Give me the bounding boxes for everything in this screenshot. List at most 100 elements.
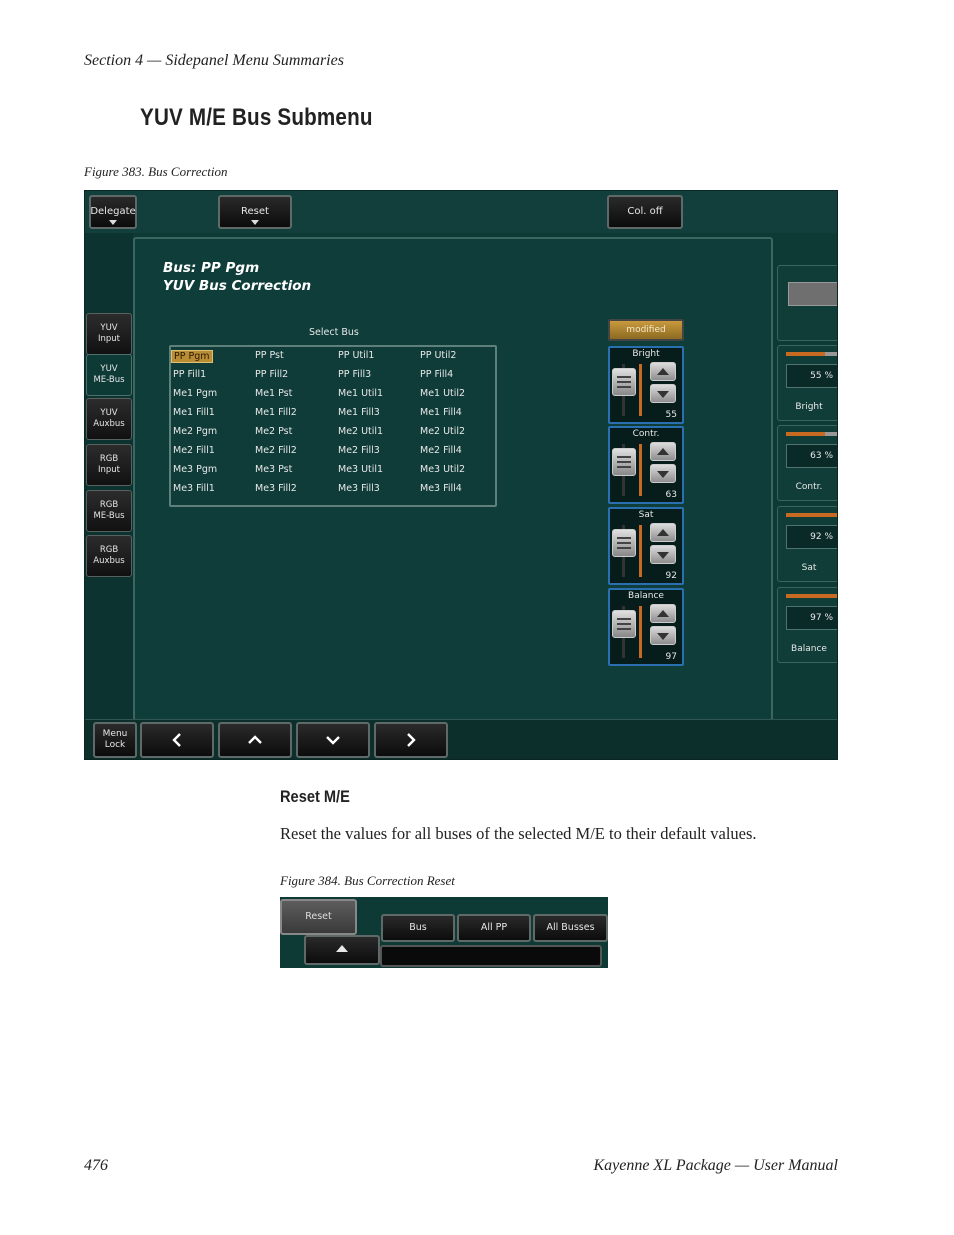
slider-handle[interactable]: [612, 448, 636, 476]
footer-title: Kayenne XL Package — User Manual: [593, 1157, 838, 1174]
balance-knob-box[interactable]: 97 % Balance: [777, 587, 837, 663]
sat-control: Sat 92: [608, 507, 684, 585]
bus-pp-fill4[interactable]: PP Fill4: [420, 369, 453, 380]
bus-me3-util2[interactable]: Me3 Util2: [420, 464, 465, 475]
dropdown-triangle-icon: [109, 220, 117, 225]
bus-me2-pgm[interactable]: Me2 Pgm: [173, 426, 217, 437]
delegate-button[interactable]: Delegate: [89, 195, 137, 229]
tab-yuv-auxbus[interactable]: YUV Auxbus: [86, 398, 132, 440]
bus-button[interactable]: Bus: [381, 914, 455, 942]
balance-down-arrow-icon[interactable]: [650, 626, 676, 645]
reset-me-description: Reset the values for all buses of the se…: [280, 824, 757, 843]
modified-indicator[interactable]: modified: [608, 319, 684, 341]
bus-me2-util1[interactable]: Me2 Util1: [338, 426, 383, 437]
tab-rgb-me-bus[interactable]: RGB ME-Bus: [86, 490, 132, 532]
dropdown-triangle-icon: [251, 220, 259, 225]
sat-level-bar: [786, 513, 837, 517]
contr-up-arrow-icon[interactable]: [650, 442, 676, 461]
bus-me2-fill3[interactable]: Me2 Fill3: [338, 445, 380, 456]
collapse-up-arrow-icon[interactable]: [304, 935, 380, 965]
slider-handle[interactable]: [612, 368, 636, 396]
sat-value: 92: [665, 571, 677, 581]
col-off-button[interactable]: Col. off: [607, 195, 683, 229]
bus-me3-fill4[interactable]: Me3 Fill4: [420, 483, 462, 494]
bright-control: Bright 55: [608, 346, 684, 424]
tab-rgb-auxbus[interactable]: RGB Auxbus: [86, 535, 132, 577]
level-track: [639, 525, 642, 577]
sat-knob-box[interactable]: 92 % Sat: [777, 506, 837, 582]
bus-me1-util1[interactable]: Me1 Util1: [338, 388, 383, 399]
tab-yuv-me-bus[interactable]: YUV ME-Bus: [86, 354, 132, 396]
bus-correction-reset-screenshot: Reset Bus All PP All Busses: [280, 897, 608, 968]
bus-title: Bus: PP Pgm YUV Bus Correction: [163, 259, 311, 295]
tab-label-line2: ME-Bus: [93, 375, 125, 385]
contr-level-bar: [786, 432, 837, 436]
all-busses-label: All Busses: [546, 922, 595, 933]
bus-pp-util1[interactable]: PP Util1: [338, 350, 374, 361]
figure-383-caption: Figure 383. Bus Correction: [84, 164, 228, 179]
sat-control-label: Sat: [638, 510, 654, 520]
nav-left-button[interactable]: [140, 722, 214, 758]
nav-up-button[interactable]: [218, 722, 292, 758]
contr-down-arrow-icon[interactable]: [650, 464, 676, 483]
balance-up-arrow-icon[interactable]: [650, 604, 676, 623]
tab-label-line1: RGB: [99, 500, 119, 510]
bus-me3-fill1[interactable]: Me3 Fill1: [173, 483, 215, 494]
bus-me2-fill4[interactable]: Me2 Fill4: [420, 445, 462, 456]
bus-me1-fill4[interactable]: Me1 Fill4: [420, 407, 462, 418]
all-pp-button[interactable]: All PP: [457, 914, 531, 942]
bus-me3-util1[interactable]: Me3 Util1: [338, 464, 383, 475]
balance-level-bar: [786, 594, 837, 598]
bus-pp-util2[interactable]: PP Util2: [420, 350, 456, 361]
bus-me2-util2[interactable]: Me2 Util2: [420, 426, 465, 437]
bus-pp-fill1[interactable]: PP Fill1: [173, 369, 206, 380]
tab-label-line1: RGB: [99, 545, 119, 555]
contr-percent: 63 %: [786, 444, 837, 468]
tab-rgb-input[interactable]: RGB Input: [86, 444, 132, 486]
bus-me2-pst[interactable]: Me2 Pst: [255, 426, 292, 437]
bus-pp-pgm[interactable]: PP Pgm: [171, 350, 213, 363]
bus-me1-util2[interactable]: Me1 Util2: [420, 388, 465, 399]
sat-down-arrow-icon[interactable]: [650, 545, 676, 564]
bus-me1-fill3[interactable]: Me1 Fill3: [338, 407, 380, 418]
bus-grid: PP Pgm PP Pst PP Util1 PP Util2 PP Fill1…: [169, 345, 497, 507]
slider-handle[interactable]: [612, 529, 636, 557]
bright-knob-label: Bright: [795, 402, 823, 412]
bus-me1-fill1[interactable]: Me1 Fill1: [173, 407, 215, 418]
balance-percent: 97 %: [786, 606, 837, 630]
bus-me1-fill2[interactable]: Me1 Fill2: [255, 407, 297, 418]
reset-button[interactable]: Reset: [218, 195, 292, 229]
all-busses-button[interactable]: All Busses: [533, 914, 608, 942]
tab-label-line2: ME-Bus: [93, 511, 125, 521]
bus-pp-pst[interactable]: PP Pst: [255, 350, 284, 361]
bus-me2-fill1[interactable]: Me2 Fill1: [173, 445, 215, 456]
tab-yuv-input[interactable]: YUV Input: [86, 313, 132, 355]
bright-up-arrow-icon[interactable]: [650, 362, 676, 381]
tab-label-line1: RGB: [99, 454, 119, 464]
nav-down-button[interactable]: [296, 722, 370, 758]
contr-knob-box[interactable]: 63 % Contr.: [777, 425, 837, 501]
reset-label: Reset: [241, 206, 269, 217]
sat-up-arrow-icon[interactable]: [650, 523, 676, 542]
chevron-down-icon: [326, 736, 340, 745]
delegate-label: Delegate: [90, 206, 136, 217]
bus-me3-fill3[interactable]: Me3 Fill3: [338, 483, 380, 494]
menu-lock-button[interactable]: Menu Lock: [93, 722, 137, 758]
slider-handle[interactable]: [612, 610, 636, 638]
bus-me3-pst[interactable]: Me3 Pst: [255, 464, 292, 475]
bus-me3-fill2[interactable]: Me3 Fill2: [255, 483, 297, 494]
bright-knob-box[interactable]: 55 % Bright: [777, 345, 837, 421]
bus-pp-fill3[interactable]: PP Fill3: [338, 369, 371, 380]
nav-right-button[interactable]: [374, 722, 448, 758]
bus-me3-pgm[interactable]: Me3 Pgm: [173, 464, 217, 475]
bus-pp-fill2[interactable]: PP Fill2: [255, 369, 288, 380]
bus-me1-pgm[interactable]: Me1 Pgm: [173, 388, 217, 399]
tab-label-line1: YUV: [100, 408, 118, 418]
bright-down-arrow-icon[interactable]: [650, 384, 676, 403]
right-knob-column: 55 % Bright 63 % Contr. 92 % Sat 97 % Ba…: [777, 265, 837, 721]
bus-me2-fill2[interactable]: Me2 Fill2: [255, 445, 297, 456]
bus-me1-pst[interactable]: Me1 Pst: [255, 388, 292, 399]
balance-control-label: Balance: [628, 591, 664, 601]
reset-button[interactable]: Reset: [280, 899, 357, 935]
balance-control: Balance 97: [608, 588, 684, 666]
